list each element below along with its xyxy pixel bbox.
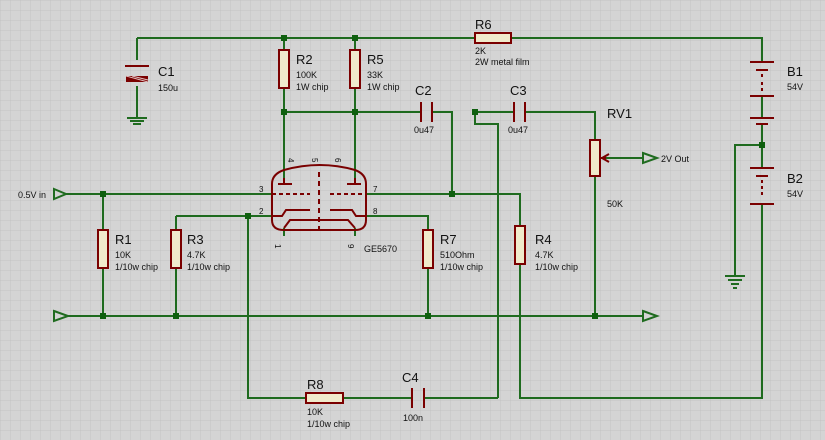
schematic-svg: R6 2K 2W metal film R2 100K 1W chip R5 3…	[0, 0, 825, 440]
r6-ref: R6	[475, 17, 492, 32]
r2-value: 100K	[296, 70, 317, 80]
tube-pin-5: 5	[310, 158, 319, 163]
tube-pin-3: 3	[259, 185, 264, 194]
r3-ref: R3	[187, 232, 204, 247]
r2-note: 1W chip	[296, 82, 329, 92]
r7-resistor[interactable]	[422, 229, 434, 269]
tube-pin-2: 2	[259, 207, 264, 216]
c4-value: 100n	[403, 413, 423, 423]
b2-ref: B2	[787, 171, 803, 186]
r2-ref: R2	[296, 52, 313, 67]
schematic-canvas: R6 2K 2W metal film R2 100K 1W chip R5 3…	[0, 0, 825, 440]
tube-pin-4: 4	[286, 158, 295, 163]
r6-value: 2K	[475, 46, 486, 56]
r1-resistor[interactable]	[97, 229, 109, 269]
r4-ref: R4	[535, 232, 552, 247]
r3-resistor[interactable]	[170, 229, 182, 269]
r1-ref: R1	[115, 232, 132, 247]
b2-value: 54V	[787, 189, 803, 199]
c1-ref: C1	[158, 64, 175, 79]
c3-ref: C3	[510, 83, 527, 98]
r8-ref: R8	[307, 377, 324, 392]
tube-pin-6: 6	[333, 158, 342, 163]
r5-note: 1W chip	[367, 82, 400, 92]
r6-note: 2W metal film	[475, 57, 530, 67]
rv1-value: 50K	[607, 199, 623, 209]
r4-resistor[interactable]	[514, 225, 526, 265]
r1-value: 10K	[115, 250, 131, 260]
rv1-ref: RV1	[607, 106, 632, 121]
r7-value: 510Ohm	[440, 250, 475, 260]
b1-value: 54V	[787, 82, 803, 92]
tube-ref: GE5670	[364, 244, 397, 254]
r8-value: 10K	[307, 407, 323, 417]
r3-value: 4.7K	[187, 250, 206, 260]
r7-note: 1/10w chip	[440, 262, 483, 272]
tube-pin-7: 7	[373, 185, 378, 194]
c4-ref: C4	[402, 370, 419, 385]
c2-value: 0u47	[414, 125, 434, 135]
r8-resistor[interactable]	[305, 392, 344, 404]
r4-note: 1/10w chip	[535, 262, 578, 272]
c3-value: 0u47	[508, 125, 528, 135]
tube-pin-8: 8	[373, 207, 378, 216]
r6-resistor[interactable]	[474, 32, 512, 44]
r4-value: 4.7K	[535, 250, 554, 260]
output-port-label: 2V Out	[661, 154, 690, 164]
tube-pin-9: 9	[346, 244, 355, 249]
input-port-label: 0.5V in	[18, 190, 46, 200]
r5-resistor[interactable]	[349, 49, 361, 89]
r5-ref: R5	[367, 52, 384, 67]
c2-ref: C2	[415, 83, 432, 98]
r1-note: 1/10w chip	[115, 262, 158, 272]
r8-note: 1/10w chip	[307, 419, 350, 429]
r5-value: 33K	[367, 70, 383, 80]
tube-pin-1: 1	[273, 244, 282, 249]
r7-ref: R7	[440, 232, 457, 247]
r3-note: 1/10w chip	[187, 262, 230, 272]
c1-value: 150u	[158, 83, 178, 93]
b1-ref: B1	[787, 64, 803, 79]
r2-resistor[interactable]	[278, 49, 290, 89]
